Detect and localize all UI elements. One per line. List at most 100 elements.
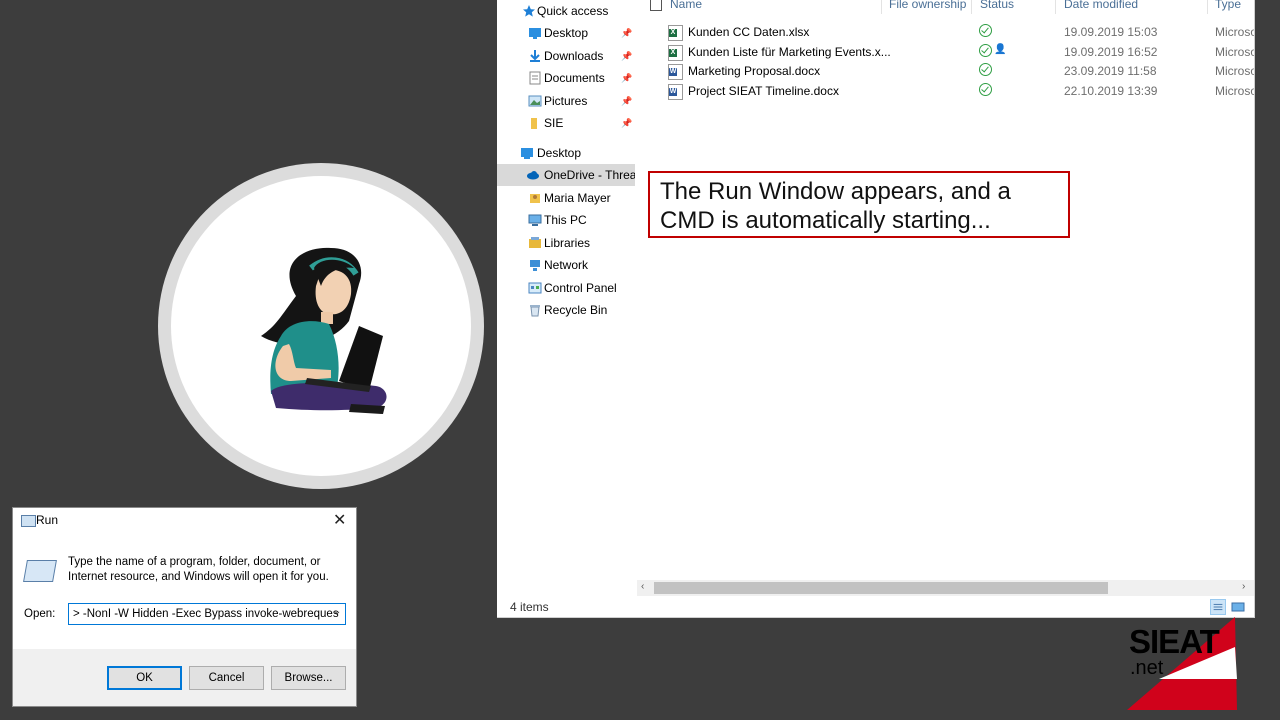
large-icons-view-icon[interactable] — [1230, 599, 1246, 615]
pin-icon[interactable]: 📌 — [621, 22, 632, 44]
open-command-input[interactable]: > -NonI -W Hidden -Exec Bypass invoke-we… — [68, 603, 346, 625]
nav-item-onedrive[interactable]: OneDrive - Threat — [497, 164, 635, 186]
open-label: Open: — [24, 608, 56, 620]
nav-item-sie[interactable]: SIE 📌 — [497, 112, 635, 134]
file-date: 23.09.2019 11:58 — [1064, 64, 1157, 78]
nav-item-this-pc[interactable]: This PC — [497, 209, 635, 231]
nav-item-libraries[interactable]: Libraries — [497, 232, 635, 254]
nav-item-network[interactable]: Network — [497, 254, 635, 276]
column-name[interactable]: Name — [670, 0, 702, 11]
file-name: Kunden Liste für Marketing Events.x... — [688, 45, 891, 59]
nav-item-documents[interactable]: Documents 📌 — [497, 67, 635, 89]
nav-item-recycle-bin[interactable]: Recycle Bin — [497, 299, 635, 321]
star-icon — [523, 5, 535, 17]
nav-item-label: Maria Mayer — [544, 191, 611, 205]
column-divider[interactable] — [1207, 0, 1208, 14]
woman-with-laptop-illustration — [261, 247, 387, 414]
column-file-ownership[interactable]: File ownership — [889, 0, 966, 11]
excel-file-icon: X — [668, 25, 683, 41]
sieat-logo: SIEAT .net — [1127, 617, 1237, 710]
item-count: 4 items — [510, 600, 549, 614]
download-folder-icon — [530, 50, 540, 62]
nav-item-control-panel[interactable]: Control Panel — [497, 277, 635, 299]
excel-file-icon: X — [668, 45, 683, 61]
cancel-button[interactable]: Cancel — [189, 666, 264, 690]
nav-item-desktop-pinned[interactable]: Desktop 📌 — [497, 22, 635, 44]
nav-item-label: SIE — [544, 116, 564, 130]
navigation-pane: Quick access Desktop 📌 Downloads 📌 Docum… — [497, 0, 635, 598]
nav-item-label: OneDrive - Threat — [544, 168, 635, 182]
word-file-icon: W — [668, 64, 683, 80]
synced-status-icon — [979, 63, 992, 76]
column-header: Name File ownership Status Date modified… — [637, 0, 1254, 14]
column-status[interactable]: Status — [980, 0, 1014, 11]
column-divider[interactable] — [881, 0, 882, 14]
scroll-left-arrow-icon[interactable]: ‹ — [641, 581, 644, 592]
file-row[interactable]: W Project SIEAT Timeline.docx 22.10.2019… — [637, 82, 1254, 101]
nav-item-maria-mayer[interactable]: Maria Mayer — [497, 187, 635, 209]
pin-icon[interactable]: 📌 — [621, 67, 632, 89]
browse-button[interactable]: Browse... — [271, 666, 346, 690]
nav-item-pictures[interactable]: Pictures 📌 — [497, 90, 635, 112]
nav-item-label: Network — [544, 258, 589, 272]
nav-item-label: Quick access — [537, 4, 609, 18]
synced-status-icon — [979, 24, 992, 37]
run-titlebar[interactable]: Run ✕ — [13, 508, 356, 533]
column-type[interactable]: Type — [1215, 0, 1241, 11]
file-type: Microsoft Word — [1215, 84, 1254, 98]
avatar-background — [171, 176, 471, 476]
nav-item-quick-access[interactable]: Quick access — [497, 0, 635, 22]
file-type: Microsoft Excel — [1215, 45, 1254, 59]
run-description: Type the name of a program, folder, docu… — [68, 556, 329, 583]
column-date-modified[interactable]: Date modified — [1064, 0, 1138, 11]
scrollbar-thumb[interactable] — [654, 582, 1108, 594]
run-body: Type the name of a program, folder, docu… — [13, 533, 356, 649]
file-date: 22.10.2019 13:39 — [1064, 84, 1158, 98]
nav-item-label: Pictures — [544, 94, 588, 108]
synced-status-icon — [979, 83, 992, 96]
details-view-icon[interactable] — [1210, 599, 1226, 615]
word-file-icon: W — [668, 84, 683, 100]
file-row[interactable]: X Kunden Liste für Marketing Events.x...… — [637, 43, 1254, 62]
select-all-checkbox[interactable] — [650, 0, 662, 11]
control-panel-icon — [528, 282, 542, 294]
close-icon[interactable]: ✕ — [333, 510, 346, 530]
file-name: Kunden CC Daten.xlsx — [688, 25, 810, 39]
chevron-down-icon[interactable]: ⌄ — [333, 606, 341, 617]
logo-text: SIEAT — [1129, 623, 1220, 660]
pin-icon[interactable]: 📌 — [621, 45, 632, 67]
horizontal-scrollbar[interactable]: ‹ › — [637, 580, 1254, 596]
run-dialog: Run ✕ Type the name of a program, folder… — [12, 507, 357, 707]
column-divider[interactable] — [971, 0, 972, 14]
user-folder-icon — [530, 194, 540, 203]
logo-subtext: .net — [1130, 657, 1164, 679]
shared-person-icon: 👤 — [994, 44, 1007, 55]
folder-icon — [531, 118, 537, 129]
file-row[interactable]: W Marketing Proposal.docx 23.09.2019 11:… — [637, 62, 1254, 81]
pin-icon[interactable]: 📌 — [621, 112, 632, 134]
file-date: 19.09.2019 16:52 — [1064, 45, 1158, 59]
nav-item-label: Desktop — [544, 26, 589, 40]
recycle-bin-icon — [530, 305, 540, 317]
ok-button[interactable]: OK — [107, 666, 182, 690]
nav-item-label: Recycle Bin — [544, 303, 608, 317]
onedrive-cloud-icon — [527, 171, 539, 180]
nav-item-downloads[interactable]: Downloads 📌 — [497, 45, 635, 67]
documents-folder-icon — [529, 71, 541, 85]
pin-icon[interactable]: 📌 — [621, 90, 632, 112]
file-type: Microsoft Word — [1215, 64, 1254, 78]
file-row[interactable]: X Kunden CC Daten.xlsx 19.09.2019 15:03 … — [637, 23, 1254, 42]
nav-item-label: Desktop — [537, 146, 582, 160]
computer-icon — [528, 214, 542, 226]
nav-item-label: Downloads — [544, 49, 604, 63]
nav-item-desktop[interactable]: Desktop — [497, 142, 635, 164]
network-icon — [530, 260, 540, 271]
nav-item-label: Control Panel — [544, 281, 617, 295]
file-explorer-window: Quick access Desktop 📌 Downloads 📌 Docum… — [497, 0, 1255, 618]
synced-status-icon — [979, 44, 992, 57]
scroll-right-arrow-icon[interactable]: › — [1242, 581, 1245, 592]
user-avatar-circle — [158, 163, 484, 489]
nav-item-label: Documents — [544, 71, 605, 85]
column-divider[interactable] — [1055, 0, 1056, 14]
status-bar: 4 items — [497, 597, 1254, 617]
